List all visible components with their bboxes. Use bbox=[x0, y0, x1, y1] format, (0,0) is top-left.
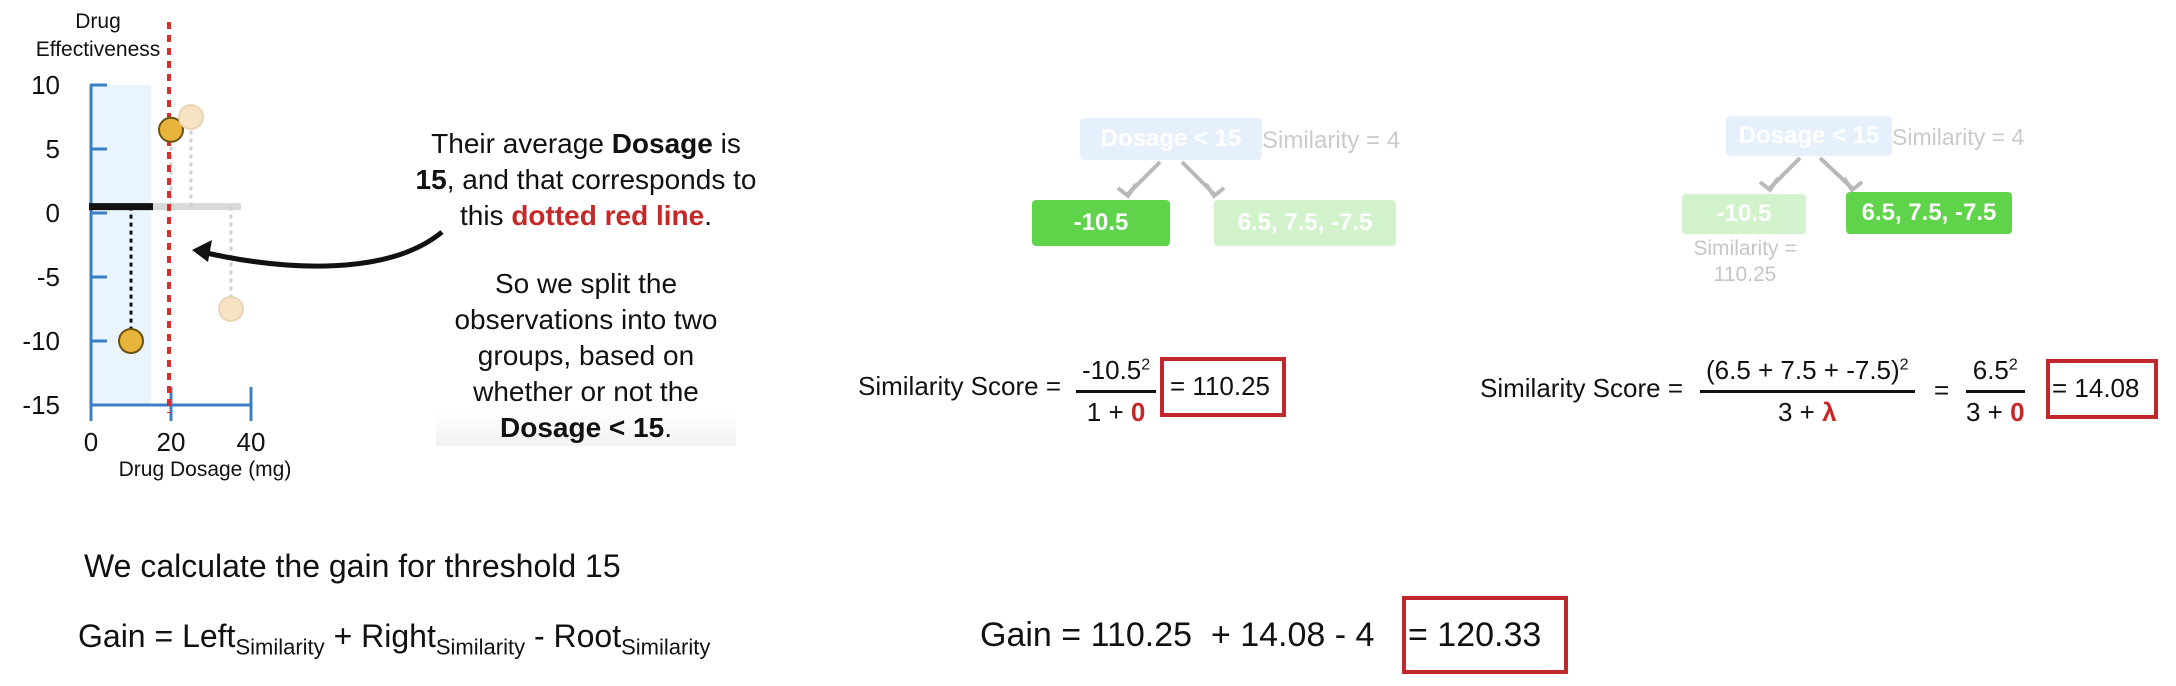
x-tick-label: 20 bbox=[157, 427, 186, 457]
y-tick-label: 10 bbox=[31, 70, 60, 100]
right-leaf: 6.5, 7.5, -7.5 bbox=[1846, 192, 2012, 234]
gain-result: = 120.33 bbox=[1408, 616, 1542, 654]
y-tick-label: 0 bbox=[46, 198, 60, 228]
pointer-arrow bbox=[192, 230, 444, 269]
gain-definition: Gain = LeftSimilarity + RightSimilarity … bbox=[78, 618, 711, 660]
fraction-lambda: (6.5 + 7.5 + -7.5)2 3 + λ bbox=[1700, 355, 1915, 428]
right-leaf: 6.5, 7.5, -7.5 bbox=[1214, 200, 1396, 246]
result-value: = 110.25 bbox=[1170, 371, 1271, 401]
y-tick-label: -15 bbox=[22, 390, 60, 420]
gain-calculation: Gain = 110.25 + 14.08 - 4 bbox=[980, 616, 1384, 654]
callout-paragraph-1: Their average Dosage is 15, and that cor… bbox=[415, 128, 757, 231]
formula-label: Similarity Score = bbox=[858, 371, 1061, 401]
fraction: -10.52 1 + 0 bbox=[1076, 355, 1157, 428]
result-value: = 14.08 bbox=[2052, 373, 2140, 403]
tree-left: Dosage < 15 Similarity = 4 -10.5 6.5, 7.… bbox=[1020, 110, 1440, 250]
left-leaf: -10.5 bbox=[1032, 200, 1170, 246]
y-tick-label: -10 bbox=[22, 326, 60, 356]
y-tick-label: -5 bbox=[37, 262, 60, 292]
fraction-zero: 6.52 3 + 0 bbox=[1966, 355, 2025, 427]
formula-label: Similarity Score = bbox=[1480, 373, 1683, 403]
y-tick-label: 5 bbox=[46, 134, 60, 164]
tree-right: Dosage < 15 Similarity = 4 -10.5 Similar… bbox=[1670, 110, 2090, 300]
gain-heading: We calculate the gain for threshold 15 bbox=[84, 548, 621, 584]
left-leaf: -10.5 bbox=[1682, 194, 1806, 234]
formula-left: Similarity Score = -10.52 1 + 0 = 110.25 bbox=[858, 355, 1298, 435]
left-region-shade bbox=[91, 85, 151, 405]
x-tick-label: 0 bbox=[84, 427, 98, 457]
data-point bbox=[218, 296, 244, 322]
x-axis-title: Drug Dosage (mg) bbox=[118, 458, 292, 481]
equals-sign: = bbox=[1934, 375, 1950, 405]
data-point bbox=[178, 104, 204, 130]
callout-paragraph-2: So we split the observations into two gr… bbox=[436, 266, 736, 446]
x-tick-label: 40 bbox=[237, 427, 266, 457]
tree-branches bbox=[1116, 160, 1226, 199]
formula-right: Similarity Score = (6.5 + 7.5 + -7.5)2 3… bbox=[1480, 355, 2170, 435]
data-point bbox=[118, 328, 144, 354]
left-leaf-similarity: Similarity = 110.25 bbox=[1693, 237, 1797, 286]
